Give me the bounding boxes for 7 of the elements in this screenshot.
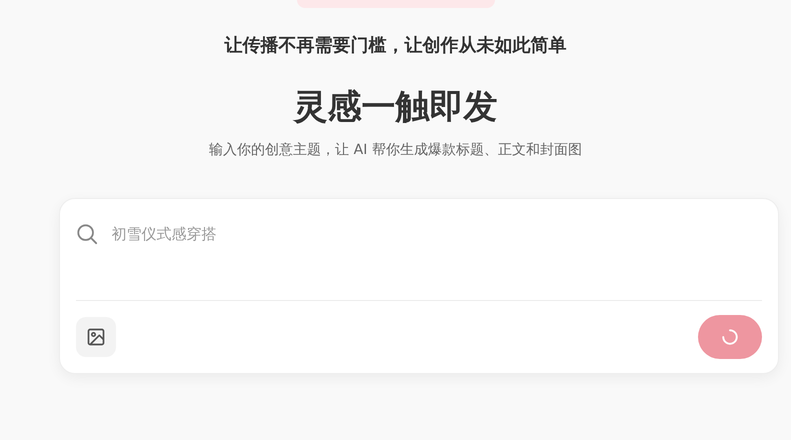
image-icon — [86, 327, 106, 347]
spinner-icon — [720, 328, 738, 346]
search-icon — [76, 222, 98, 244]
image-upload-button[interactable] — [76, 317, 116, 357]
tagline: 让传播不再需要门槛，让创作从未如此简单 — [224, 34, 566, 58]
subtitle: 输入你的创意主题，让 AI 帮你生成爆款标题、正文和封面图 — [209, 141, 582, 160]
page-title: 灵感一触即发 — [294, 86, 498, 128]
